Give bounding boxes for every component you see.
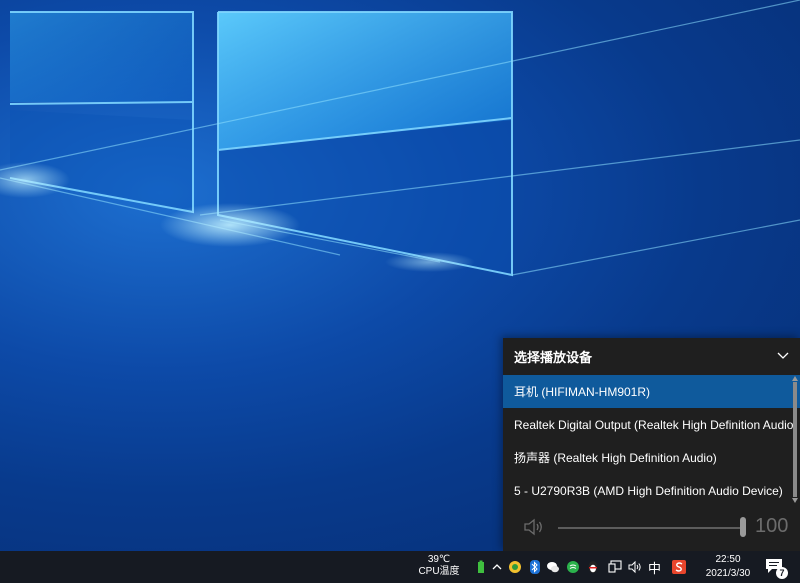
device-list: 耳机 (HIFIMAN-HM901R) Realtek Digital Outp… <box>503 375 800 507</box>
scroll-down-arrow-icon[interactable] <box>792 498 798 503</box>
volume-row: 100 <box>503 509 800 547</box>
system-clock[interactable]: 22:50 2021/3/30 <box>700 553 756 581</box>
flyout-header[interactable]: 选择播放设备 <box>503 338 800 374</box>
chevron-down-icon[interactable] <box>776 348 790 362</box>
device-label: 耳机 (HIFIMAN-HM901R) <box>514 385 651 399</box>
speaker-tray-icon[interactable] <box>628 560 642 574</box>
clock-date: 2021/3/30 <box>705 568 751 579</box>
scroll-up-arrow-icon[interactable] <box>792 376 798 381</box>
playback-device-flyout: 选择播放设备 耳机 (HIFIMAN-HM901R) Realtek Digit… <box>503 338 800 551</box>
wechat-icon[interactable] <box>546 560 560 574</box>
scrollbar-thumb[interactable] <box>793 382 797 497</box>
bluetooth-icon[interactable] <box>528 560 542 574</box>
volume-slider-track[interactable] <box>558 527 746 529</box>
device-label: 扬声器 (Realtek High Definition Audio) <box>514 451 717 465</box>
taskbar: 39℃ CPU温度 中 22:50 2021/3/30 7 <box>0 551 800 583</box>
security-tray-icon[interactable] <box>508 560 522 574</box>
device-item-realtek-digital[interactable]: Realtek Digital Output (Realtek High Def… <box>503 408 800 441</box>
notification-count-badge: 7 <box>776 567 788 579</box>
input-method-indicator[interactable]: 中 <box>648 558 661 577</box>
action-center-button[interactable]: 7 <box>764 557 788 579</box>
app-tray-icon-green[interactable] <box>566 560 580 574</box>
clock-time: 22:50 <box>715 554 741 565</box>
cpu-temp-label: CPU温度 <box>418 566 460 577</box>
cpu-temperature-widget[interactable]: 39℃ CPU温度 <box>413 554 465 578</box>
device-label: Realtek Digital Output (Realtek High Def… <box>514 417 798 432</box>
device-label: 5 - U2790R3B (AMD High Definition Audio … <box>514 483 783 498</box>
flyout-title: 选择播放设备 <box>514 349 593 365</box>
device-item-headphones[interactable]: 耳机 (HIFIMAN-HM901R) <box>503 375 800 408</box>
volume-slider-thumb[interactable] <box>740 517 746 537</box>
device-item-amd-display[interactable]: 5 - U2790R3B (AMD High Definition Audio … <box>503 474 800 507</box>
cpu-temp-value: 39℃ <box>427 554 451 565</box>
qq-penguin-icon[interactable] <box>586 560 600 574</box>
device-list-scrollbar[interactable] <box>792 376 798 503</box>
show-hidden-icons-icon[interactable] <box>490 560 504 574</box>
volume-value: 100 <box>755 515 789 537</box>
battery-tray-icon[interactable] <box>474 560 488 574</box>
network-monitor-icon[interactable] <box>608 560 622 574</box>
speaker-volume-icon[interactable] <box>523 517 545 537</box>
sogou-input-icon[interactable] <box>672 560 686 574</box>
device-item-speakers[interactable]: 扬声器 (Realtek High Definition Audio) <box>503 441 800 474</box>
